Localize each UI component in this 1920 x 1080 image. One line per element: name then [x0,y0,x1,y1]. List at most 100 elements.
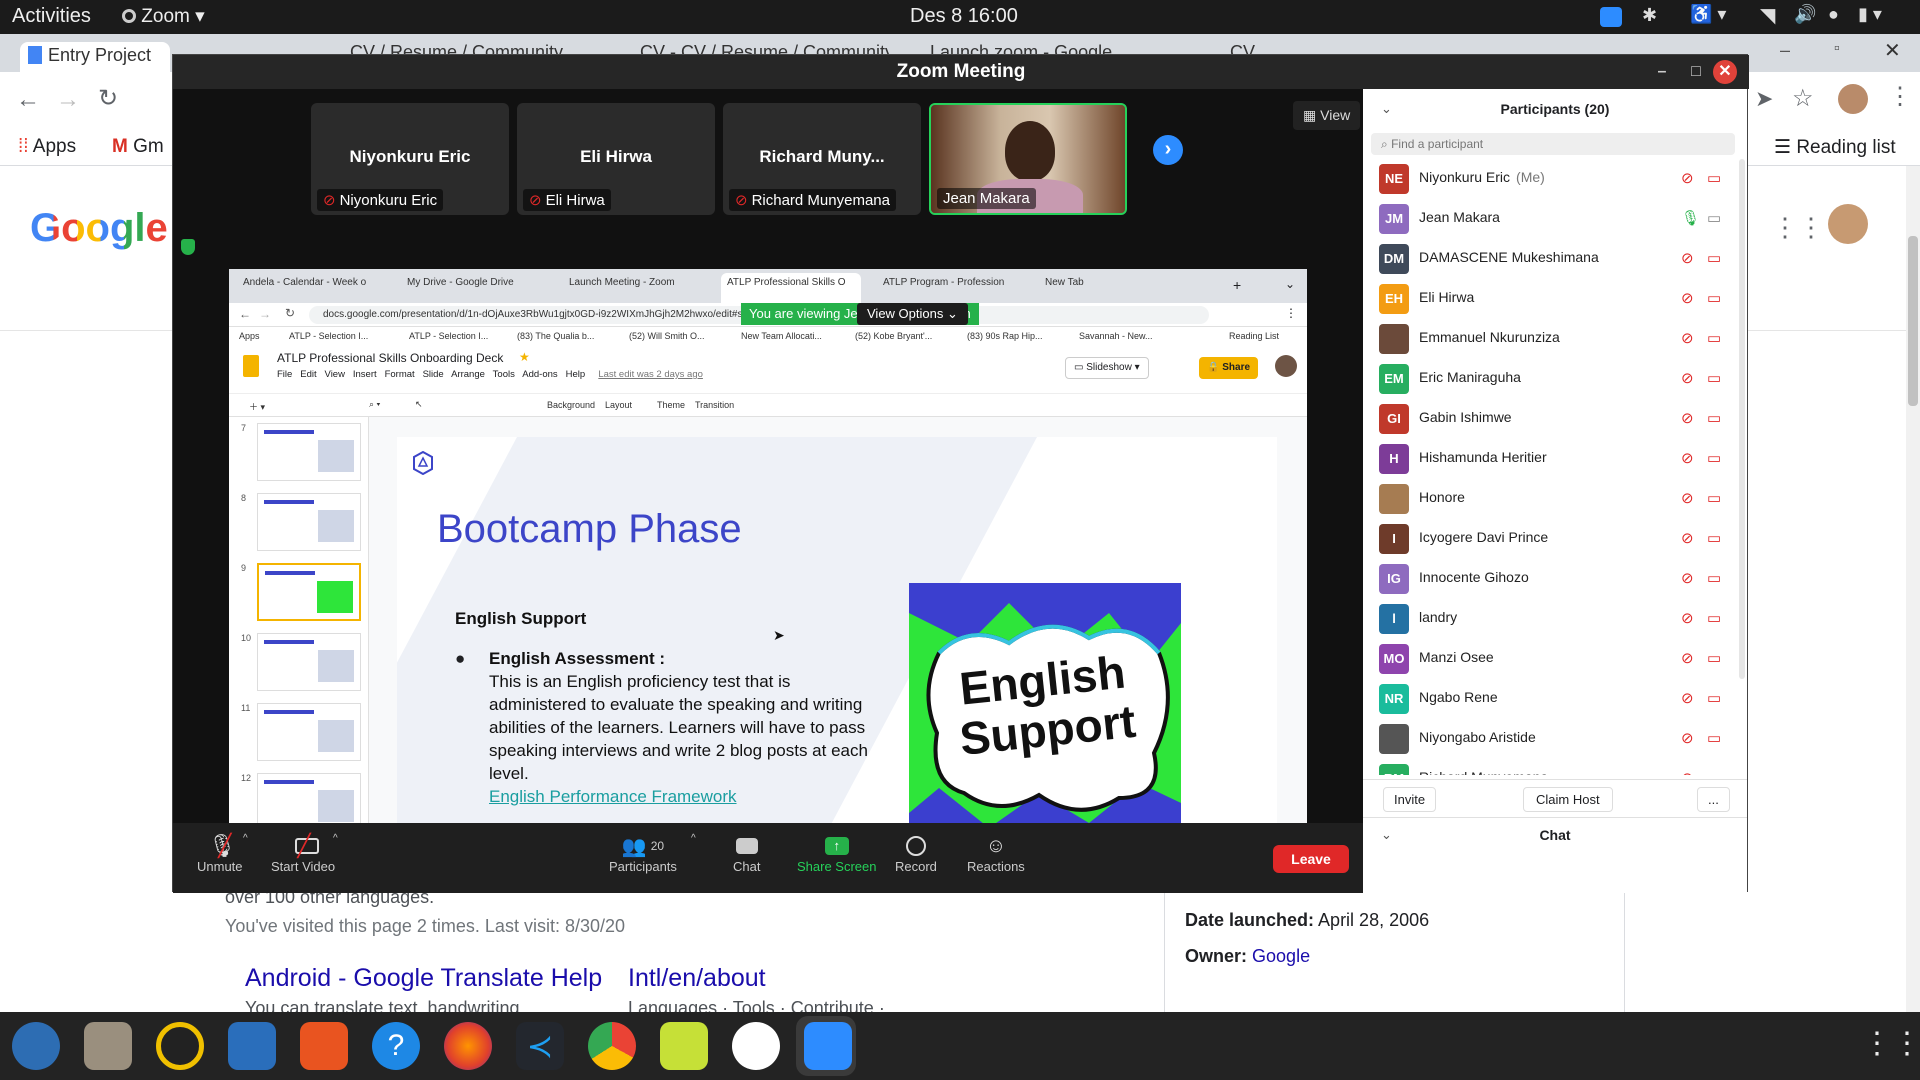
shared-tab-active[interactable]: ATLP Professional Skills O [721,273,861,303]
participant-row[interactable]: GI Gabin Ishimwe ⊘ ▭ [1363,399,1747,439]
participant-row[interactable]: l landry ⊘ ▭ [1363,599,1747,639]
send-icon[interactable]: ➤ [1755,86,1773,112]
zoom-icon[interactable]: ⌕ ▾ [369,399,380,410]
bookmark[interactable]: (83) 90s Rap Hip... [967,331,1043,341]
participant-row[interactable]: EM Eric Maniraguha ⊘ ▭ [1363,359,1747,399]
reactions-button[interactable]: ☺ Reactions [967,833,1025,875]
participant-row[interactable]: Emmanuel Nkurunziza ⊘ ▭ [1363,319,1747,359]
accessibility-icon[interactable]: ♿ ▾ [1690,4,1726,25]
slack-icon[interactable] [732,1022,780,1070]
result-link-translate-help[interactable]: Android - Google Translate Help [245,964,602,993]
avatar[interactable] [1275,355,1297,377]
participant-row[interactable]: IG Innocente Gihozo ⊘ ▭ [1363,559,1747,599]
slide-thumbnail[interactable] [257,703,361,761]
bookmark[interactable]: Apps [239,331,260,341]
performance-framework-link[interactable]: English Performance Framework [489,787,737,806]
clock[interactable]: Des 8 16:00 [910,5,1018,28]
profile-avatar[interactable] [1838,84,1868,114]
leave-button[interactable]: Leave [1273,845,1349,873]
google-account-avatar[interactable] [1828,204,1868,244]
help-icon[interactable]: ? [372,1022,420,1070]
slide-thumbnail[interactable] [257,493,361,551]
participant-row[interactable]: NR Ngabo Rene ⊘ ▭ [1363,679,1747,719]
menu-view[interactable]: View [325,369,345,380]
google-logo[interactable]: Google [30,206,168,251]
reload-icon[interactable]: ↻ [98,84,118,113]
menu-arrange[interactable]: Arrange [451,369,485,380]
toolbar-background[interactable]: Background [547,400,595,410]
bookmark[interactable]: Savannah - New... [1079,331,1153,341]
activities-button[interactable]: Activities [12,5,91,28]
shared-tab[interactable]: Launch Meeting - Zoom [569,277,699,297]
doc-title[interactable]: ATLP Professional Skills Onboarding Deck [277,351,503,365]
audio-options-caret[interactable]: ^ [243,833,248,844]
notes-icon[interactable] [660,1022,708,1070]
reading-list[interactable]: Reading List [1229,331,1279,341]
participant-row[interactable]: H Hishamunda Heritier ⊘ ▭ [1363,439,1747,479]
bookmark[interactable]: New Team Allocati... [741,331,822,341]
video-tile[interactable]: Niyonkuru Eric ⊘ Niyonkuru Eric [311,103,509,215]
last-edit-note[interactable]: Last edit was 2 days ago [598,369,703,380]
bookmark[interactable]: ATLP - Selection I... [289,331,368,341]
bookmark[interactable]: (52) Kobe Bryant'... [855,331,932,341]
participant-search[interactable]: ⌕ Find a participant [1371,133,1735,155]
menu-insert[interactable]: Insert [353,369,377,380]
new-slide-icon[interactable]: ＋ ▾ [249,400,265,413]
chrome-icon[interactable] [588,1022,636,1070]
forward-icon[interactable]: → [56,86,80,114]
bookmark[interactable]: ATLP - Selection I... [409,331,488,341]
battery-icon[interactable]: ▮ ▾ [1858,4,1882,25]
window-minimize-icon[interactable]: – [1780,40,1790,61]
host-tab-active[interactable]: Entry Project [20,42,170,72]
result-link-intl-about[interactable]: Intl/en/about [628,964,766,993]
microphone-icon[interactable]: ● [1828,4,1839,25]
thunderbird-icon[interactable] [12,1022,60,1070]
forward-icon[interactable]: → [259,307,271,321]
zoom-close-icon[interactable]: ✕ [1713,60,1737,84]
page-scrollbar[interactable] [1906,166,1920,1012]
video-tile[interactable]: Richard Muny... ⊘ Richard Munyemana [723,103,921,215]
toolbar-layout[interactable]: Layout [605,400,632,410]
select-icon[interactable]: ↖ [415,399,423,410]
menu-help[interactable]: Help [566,369,586,380]
participant-row[interactable]: Honore ⊘ ▭ [1363,479,1747,519]
toolbar-theme[interactable]: Theme [657,400,685,410]
participant-row[interactable]: RM Richard Munyemana ⊘ ▭ [1363,759,1747,775]
tab-search-icon[interactable]: ⌄ [1285,277,1295,291]
rhythmbox-icon[interactable] [156,1022,204,1070]
gmail-bookmark[interactable]: M Gm [112,136,164,158]
start-video-button[interactable]: ╱ Start Video [271,833,335,874]
view-button[interactable]: ▦ View [1293,101,1361,130]
firefox-icon[interactable] [444,1022,492,1070]
participant-row[interactable]: MO Manzi Osee ⊘ ▭ [1363,639,1747,679]
chat-button[interactable]: Chat [733,833,760,874]
toolbar-transition[interactable]: Transition [695,400,734,410]
new-tab-icon[interactable]: + [1233,277,1241,293]
participant-row[interactable]: DM DAMASCENE Mukeshimana ⊘ ▭ [1363,239,1747,279]
next-page-icon[interactable]: › [1153,135,1183,165]
shared-tab[interactable]: Andela - Calendar - Week o [243,277,393,297]
bookmark[interactable]: (83) The Qualia b... [517,331,594,341]
record-button[interactable]: Record [895,833,937,874]
reading-list-button[interactable]: ☰ Reading list [1774,136,1896,159]
apps-bookmark[interactable]: ⁞⁞ Apps [18,136,76,158]
back-icon[interactable]: ← [239,307,251,321]
window-close-icon[interactable]: ✕ [1884,38,1901,63]
slide-thumbnail[interactable] [257,633,361,691]
slides-logo-icon[interactable] [243,355,259,377]
participants-button[interactable]: 👥 20 Participants [609,833,677,875]
participant-row[interactable]: EH Eli Hirwa ⊘ ▭ [1363,279,1747,319]
participants-options-caret[interactable]: ^ [691,833,696,844]
show-apps-icon[interactable]: ⋮⋮⋮ [1862,1026,1920,1061]
chat-section-title[interactable]: Chat [1363,827,1747,843]
kp-owner-link[interactable]: Google [1252,946,1310,966]
participant-row[interactable]: NE Niyonkuru Eric (Me) ⊘ ▭ [1363,159,1747,199]
star-icon[interactable]: ☆ [1792,84,1814,113]
reload-icon[interactable]: ↻ [285,306,295,320]
menu-slide[interactable]: Slide [423,369,444,380]
menu-format[interactable]: Format [385,369,415,380]
app-menu[interactable]: Zoom ▾ [122,5,205,28]
shared-tab[interactable]: New Tab [1045,277,1135,297]
menu-icon[interactable]: ⋮ [1888,82,1912,111]
wifi-icon[interactable]: ◥ [1760,3,1775,28]
